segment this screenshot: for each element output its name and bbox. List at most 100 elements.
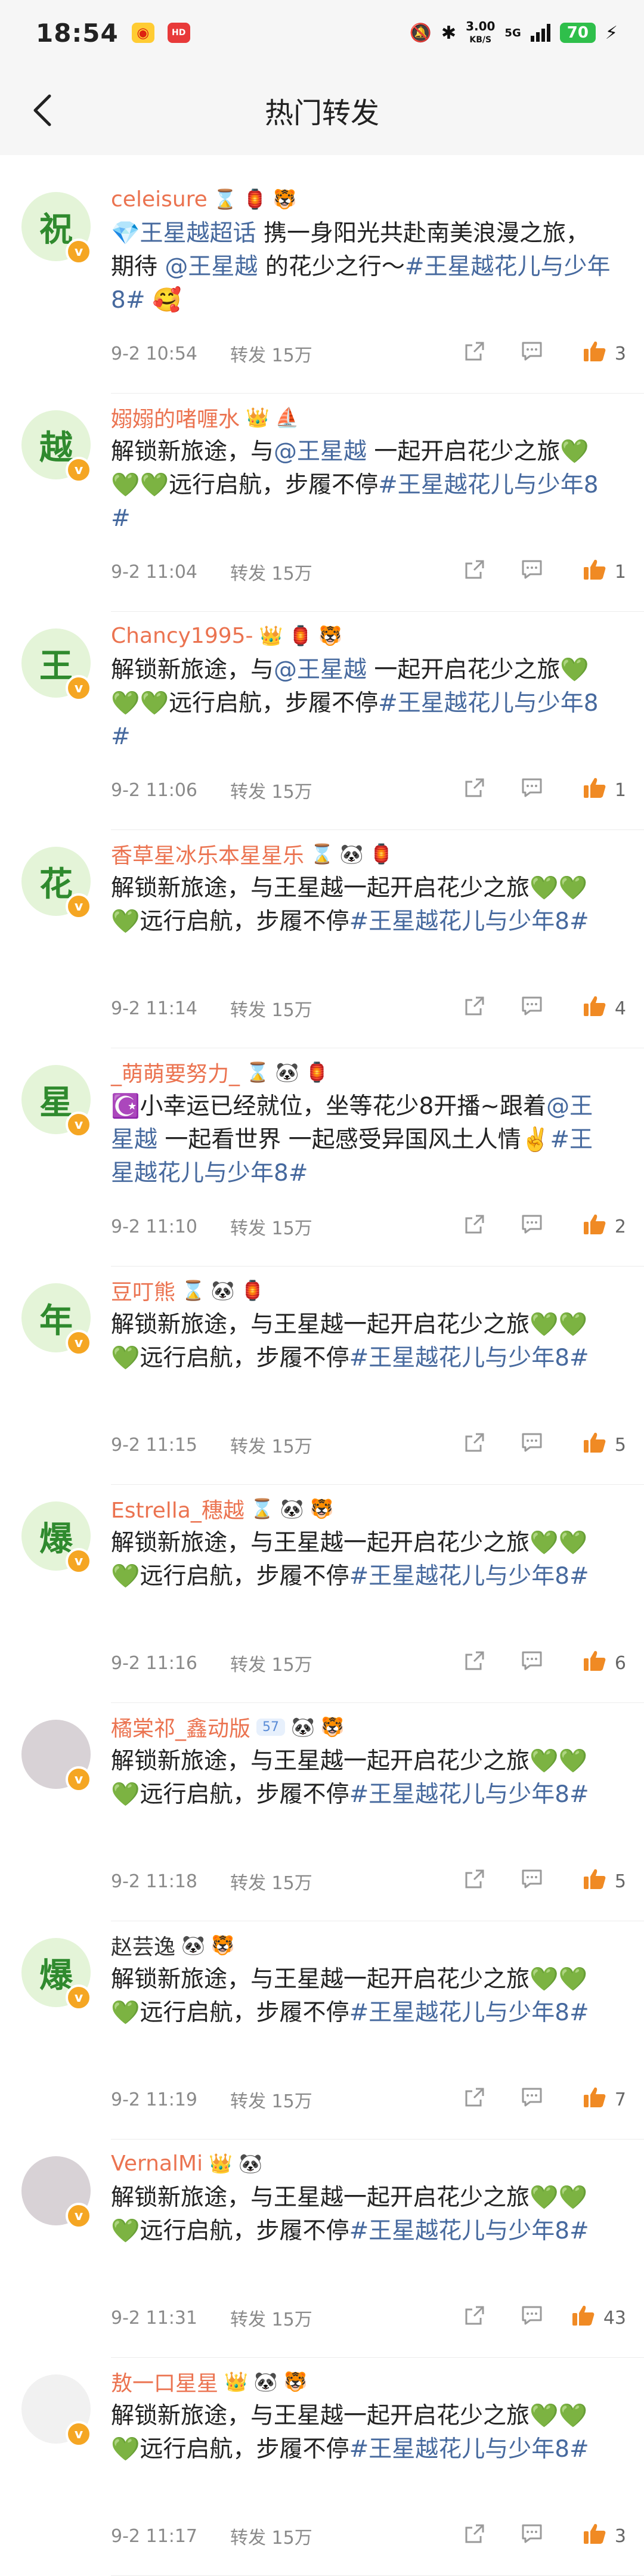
text-link[interactable]: @王星越 xyxy=(274,657,367,683)
repost-label: 转发 xyxy=(230,345,266,366)
comment-button[interactable] xyxy=(503,2523,561,2549)
comment-button[interactable] xyxy=(503,340,561,367)
text-link[interactable]: #王星越花儿与少年8# xyxy=(349,1999,589,2026)
text-segment: 解锁新旅途，与 xyxy=(111,438,274,465)
repost-text: 解锁新旅途，与@王星越 一起开启花少之旅💚💚💚远行启航，步履不停#王星越花儿与少… xyxy=(111,435,612,535)
thumbs-up-icon xyxy=(583,1868,606,1895)
repost-count: 转发 15万 xyxy=(230,2305,446,2331)
like-button[interactable]: 5 xyxy=(561,1431,626,1459)
timestamp: 9-2 11:15 xyxy=(111,1434,197,1456)
share-icon xyxy=(464,559,485,585)
like-button[interactable]: 6 xyxy=(561,1649,626,1677)
like-button[interactable]: 3 xyxy=(561,2522,626,2550)
repost-count: 转发 15万 xyxy=(230,995,446,1021)
repost-text: 解锁新旅途，与王星越一起开启花少之旅💚💚💚远行启航，步履不停#王星越花儿与少年8… xyxy=(111,1963,612,2030)
text-link[interactable]: #王星越花儿与少年8# xyxy=(349,1563,589,1590)
username[interactable]: 敖一口星星 xyxy=(111,2366,218,2397)
repost-meta: 9-2 11:31 转发 15万 43 xyxy=(111,2303,626,2333)
username[interactable]: Estrella_穗越 xyxy=(111,1493,244,1524)
thumbs-up-icon xyxy=(583,2086,606,2113)
repost-meta: 9-2 11:17 转发 15万 3 xyxy=(111,2521,626,2551)
charging-icon: ⚡ xyxy=(605,22,618,44)
comment-icon xyxy=(521,995,543,1021)
like-button[interactable]: 7 xyxy=(561,2086,626,2113)
fan-badge-icon: 🐯 xyxy=(309,1497,334,1520)
like-count: 5 xyxy=(614,1871,626,1892)
repost-item: 爆 v Estrella_穗越 ⌛ 🐼 🐯 解锁新旅途，与王星越一起开启花少之旅💚💚💚远行启… xyxy=(0,1485,644,1703)
like-button[interactable]: 3 xyxy=(561,340,626,367)
share-button[interactable] xyxy=(446,2086,503,2113)
fan-badge-icon: 👑 xyxy=(259,624,283,647)
like-button[interactable]: 4 xyxy=(561,995,626,1022)
comment-icon xyxy=(521,1868,543,1894)
notification-app-icon: HD xyxy=(167,23,190,43)
share-button[interactable] xyxy=(446,995,503,1021)
share-button[interactable] xyxy=(446,559,503,585)
comment-button[interactable] xyxy=(503,1213,561,1240)
comment-button[interactable] xyxy=(503,2086,561,2113)
repost-text: 解锁新旅途，与王星越一起开启花少之旅💚💚💚远行启航，步履不停#王星越花儿与少年8… xyxy=(111,1745,612,1812)
fan-badge-icon: 🐯 xyxy=(283,2370,308,2393)
comment-button[interactable] xyxy=(503,2305,561,2331)
repost-label: 转发 xyxy=(230,1873,266,1894)
comment-button[interactable] xyxy=(503,1432,561,1458)
like-button[interactable]: 1 xyxy=(561,776,626,804)
username[interactable]: 橘棠祁_鑫动版 xyxy=(111,1711,250,1742)
thumbs-up-icon xyxy=(583,1649,606,1677)
username[interactable]: VernalMi xyxy=(111,2151,203,2176)
share-button[interactable] xyxy=(446,1650,503,1676)
text-link[interactable]: #王星越花儿与少年8# xyxy=(349,908,589,935)
fan-badge-icon: 👑 xyxy=(224,2370,248,2393)
text-link[interactable]: #王星越花儿与少年8# xyxy=(349,2436,589,2463)
like-button[interactable]: 5 xyxy=(561,1868,626,1895)
like-button[interactable]: 43 xyxy=(561,2304,626,2332)
username[interactable]: 香草星冰乐本星星乐 xyxy=(111,838,304,869)
username[interactable]: celeisure xyxy=(111,187,208,212)
text-link[interactable]: #王星越花儿与少年8# xyxy=(349,1781,589,1808)
like-count: 2 xyxy=(614,1216,626,1237)
text-link[interactable]: 💎王星越超话 xyxy=(111,220,256,247)
share-button[interactable] xyxy=(446,1213,503,1240)
username[interactable]: 豆叮熊 xyxy=(111,1275,175,1306)
text-link[interactable]: @王星越 xyxy=(165,253,258,280)
share-button[interactable] xyxy=(446,1432,503,1458)
like-button[interactable]: 1 xyxy=(561,558,626,586)
share-button[interactable] xyxy=(446,2523,503,2549)
repost-item: 王 v Chancy1995- 👑 🏮 🐯 解锁新旅途，与@王星越 一起开启花少之旅💚💚💚远… xyxy=(0,612,644,830)
username[interactable]: Chancy1995- xyxy=(111,624,253,648)
share-icon xyxy=(464,1868,485,1894)
text-segment: 解锁新旅途，与 xyxy=(111,657,274,683)
username[interactable]: 赵芸逸 xyxy=(111,1930,175,1961)
status-bar: 18:54 ◉ HD 🔕 ✱ 3.00 KB/S 5G 70 ⚡ xyxy=(0,0,644,66)
comment-button[interactable] xyxy=(503,1868,561,1894)
comment-icon xyxy=(521,2523,543,2549)
comment-button[interactable] xyxy=(503,559,561,585)
comment-button[interactable] xyxy=(503,1650,561,1676)
back-button[interactable] xyxy=(21,89,63,131)
verified-badge-icon: v xyxy=(66,1548,92,1574)
share-button[interactable] xyxy=(446,1868,503,1894)
repost-count-value: 15万 xyxy=(271,1218,312,1239)
fan-badge-icon: 🏮 xyxy=(305,1061,329,1083)
vip-level-badge: 57 xyxy=(256,1718,286,1736)
repost-item: 年 v 豆叮熊 ⌛ 🐼 🏮 解锁新旅途，与王星越一起开启花少之旅💚💚💚远行启航，步履不停#王… xyxy=(0,1267,644,1485)
text-link[interactable]: @王星越 xyxy=(274,438,367,465)
share-button[interactable] xyxy=(446,2305,503,2331)
username[interactable]: _萌萌要努力_ xyxy=(111,1057,240,1088)
repost-count-value: 15万 xyxy=(271,2091,312,2112)
text-link[interactable]: #王星越花儿与少年8# xyxy=(349,1345,589,1371)
share-button[interactable] xyxy=(446,340,503,367)
username[interactable]: 嫋嫋的啫喱水 xyxy=(111,402,240,433)
repost-item: 祝 v celeisure ⌛ 🏮 🐯 💎王星越超话 携一身阳光共赴南美浪漫之旅，期待 @王… xyxy=(0,175,644,394)
text-link[interactable]: #王星越花儿与少年8# xyxy=(349,2218,589,2244)
repost-label: 转发 xyxy=(230,1000,266,1021)
repost-label: 转发 xyxy=(230,782,266,803)
like-button[interactable]: 2 xyxy=(561,1213,626,1240)
share-button[interactable] xyxy=(446,777,503,803)
comment-button[interactable] xyxy=(503,995,561,1021)
repost-text: 解锁新旅途，与王星越一起开启花少之旅💚💚💚远行启航，步履不停#王星越花儿与少年8… xyxy=(111,872,612,939)
comment-button[interactable] xyxy=(503,777,561,803)
fan-badge-icon: 🐯 xyxy=(273,188,297,210)
fan-badge-icon: 🐯 xyxy=(210,1934,235,1956)
repost-count: 转发 15万 xyxy=(230,1868,446,1894)
